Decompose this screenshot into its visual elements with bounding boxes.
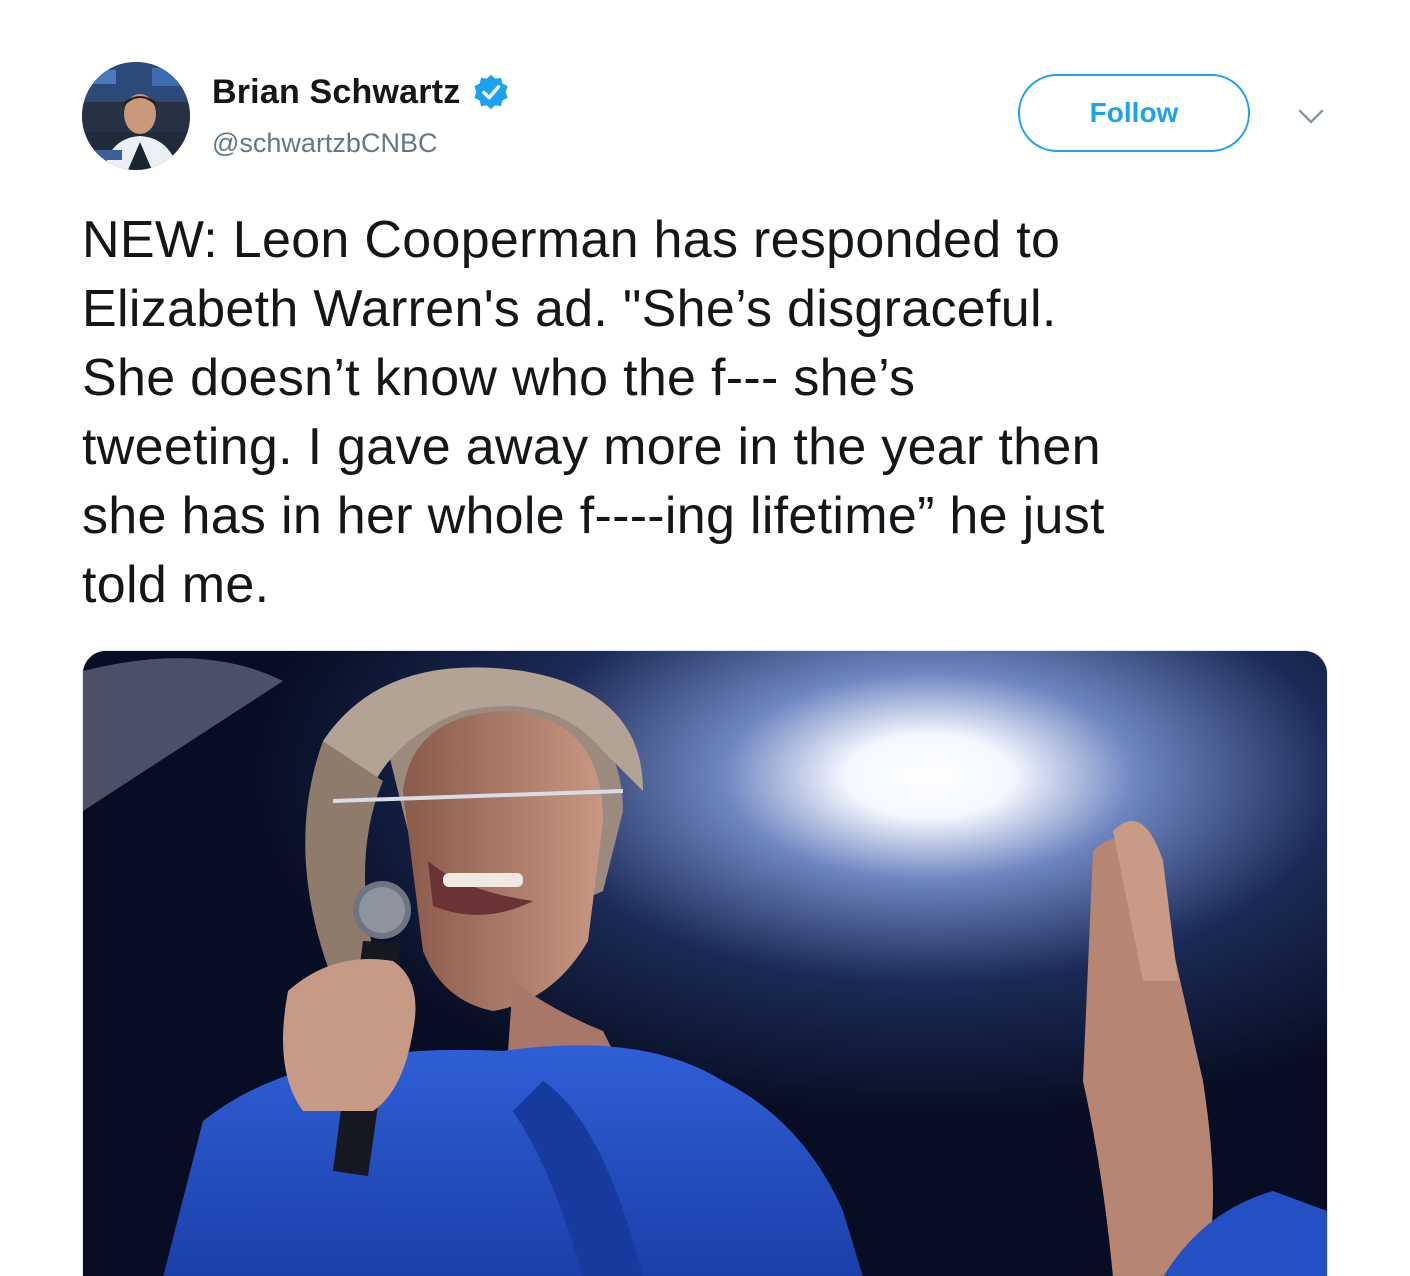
verified-badge-icon (474, 74, 509, 110)
tweet-text-line: tweeting. I gave away more in the year t… (82, 418, 1101, 476)
tweet-text-line: she has in her whole f----ing lifetime” … (82, 487, 1105, 545)
user-name-row: Brian Schwartz (212, 70, 510, 114)
avatar[interactable] (82, 62, 190, 170)
tweet-text: NEW: Leon Cooperman has responded to Eli… (82, 206, 1342, 620)
avatar-photo-icon (82, 62, 190, 170)
tweet-text-line: NEW: Leon Cooperman has responded to (82, 211, 1061, 269)
tweet-media-photo[interactable] (82, 650, 1328, 1276)
tweet-card: Brian Schwartz @schwartzbCNBC Follow NEW… (0, 0, 1410, 1276)
photo-speaker-with-microphone-icon (83, 651, 1327, 1276)
display-name[interactable]: Brian Schwartz (212, 73, 460, 112)
tweet-text-line: Elizabeth Warren's ad. "She’s disgracefu… (82, 280, 1057, 338)
user-handle[interactable]: @schwartzbCNBC (212, 128, 437, 159)
tweet-text-line: She doesn’t know who the f--- she’s (82, 349, 916, 407)
chevron-down-icon[interactable] (1296, 104, 1326, 128)
follow-button[interactable]: Follow (1018, 74, 1250, 152)
tweet-text-line: told me. (82, 556, 270, 614)
